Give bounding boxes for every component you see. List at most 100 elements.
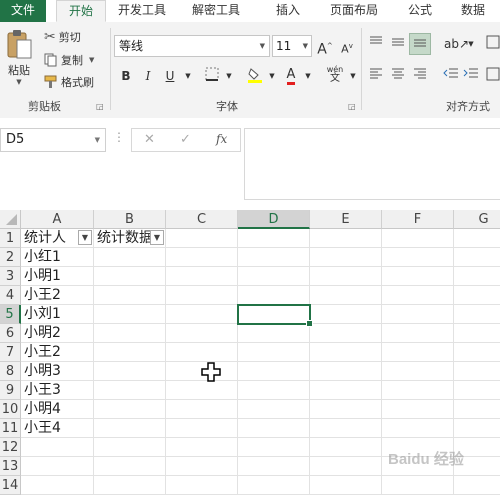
column-header-d[interactable]: D — [238, 210, 310, 229]
cell-a4[interactable]: 小王2 — [21, 286, 94, 305]
cell-c6[interactable] — [166, 324, 238, 343]
cell-c14[interactable] — [166, 476, 238, 495]
phonetic-button[interactable]: wén 文 — [324, 65, 346, 84]
cell-f6[interactable] — [382, 324, 454, 343]
cell-c5[interactable] — [166, 305, 238, 324]
cell-d13[interactable] — [238, 457, 310, 476]
cell-d9[interactable] — [238, 381, 310, 400]
orientation-dropdown-icon[interactable]: ▼ — [462, 35, 480, 53]
cell-c4[interactable] — [166, 286, 238, 305]
copy-dropdown-icon[interactable]: ▼ — [89, 56, 94, 64]
row-header-5[interactable]: 5 — [0, 305, 21, 324]
row-header-2[interactable]: 2 — [0, 248, 21, 267]
cell-f14[interactable] — [382, 476, 454, 495]
cell-a10[interactable]: 小明4 — [21, 400, 94, 419]
cell-d3[interactable] — [238, 267, 310, 286]
name-box[interactable]: D5 ▼ — [0, 128, 106, 152]
fill-handle[interactable] — [306, 320, 313, 327]
borders-dropdown-icon[interactable]: ▼ — [220, 67, 238, 85]
cell-d11[interactable] — [238, 419, 310, 438]
align-middle-button[interactable] — [389, 35, 407, 53]
cell-f7[interactable] — [382, 343, 454, 362]
cell-c3[interactable] — [166, 267, 238, 286]
increase-font-size-button[interactable]: A^ — [316, 37, 334, 58]
cell-g14[interactable] — [454, 476, 500, 495]
cell-d4[interactable] — [238, 286, 310, 305]
cell-a11[interactable]: 小王4 — [21, 419, 94, 438]
cancel-icon[interactable]: ✕ — [144, 132, 155, 147]
clipboard-launcher-icon[interactable]: ◲ — [96, 102, 104, 111]
tab-developer[interactable]: 开发工具 — [110, 0, 174, 22]
cell-e14[interactable] — [310, 476, 382, 495]
cell-b9[interactable] — [94, 381, 166, 400]
fill-color-dropdown-icon[interactable]: ▼ — [263, 67, 281, 85]
cell-e4[interactable] — [310, 286, 382, 305]
phonetic-dropdown-icon[interactable]: ▼ — [344, 67, 362, 85]
cell-b7[interactable] — [94, 343, 166, 362]
cell-b11[interactable] — [94, 419, 166, 438]
tab-formulas[interactable]: 公式 — [396, 0, 444, 22]
cell-g6[interactable] — [454, 324, 500, 343]
decrease-font-size-button[interactable]: Av — [338, 37, 356, 56]
row-header-3[interactable]: 3 — [0, 267, 21, 286]
cell-e9[interactable] — [310, 381, 382, 400]
cell-c13[interactable] — [166, 457, 238, 476]
row-header-14[interactable]: 14 — [0, 476, 21, 495]
cell-d14[interactable] — [238, 476, 310, 495]
font-color-button[interactable]: A — [282, 66, 300, 85]
more-options-icon[interactable]: ⋮ — [113, 130, 125, 144]
cell-g4[interactable] — [454, 286, 500, 305]
cell-a2[interactable]: 小红1 — [21, 248, 94, 267]
cell-e3[interactable] — [310, 267, 382, 286]
font-launcher-icon[interactable]: ◲ — [348, 102, 356, 111]
format-painter-button[interactable]: 格式刷 — [44, 74, 94, 90]
tab-decrypt-tools[interactable]: 解密工具 — [184, 0, 248, 22]
tab-home[interactable]: 开始 — [56, 0, 106, 22]
column-header-c[interactable]: C — [166, 210, 238, 229]
row-header-10[interactable]: 10 — [0, 400, 21, 419]
cell-g2[interactable] — [454, 248, 500, 267]
active-cell-selection[interactable] — [237, 304, 313, 327]
cell-e13[interactable] — [310, 457, 382, 476]
cell-g8[interactable] — [454, 362, 500, 381]
formula-input[interactable] — [244, 128, 500, 200]
cell-d7[interactable] — [238, 343, 310, 362]
align-bottom-button[interactable] — [409, 33, 431, 55]
underline-button[interactable]: U — [161, 67, 179, 85]
cell-f5[interactable] — [382, 305, 454, 324]
row-header-11[interactable]: 11 — [0, 419, 21, 438]
column-header-g[interactable]: G — [454, 210, 500, 229]
enter-icon[interactable]: ✓ — [180, 132, 191, 147]
cell-e7[interactable] — [310, 343, 382, 362]
cell-d8[interactable] — [238, 362, 310, 381]
cell-b5[interactable] — [94, 305, 166, 324]
row-header-12[interactable]: 12 — [0, 438, 21, 457]
column-header-e[interactable]: E — [310, 210, 382, 229]
tab-data[interactable]: 数据 — [450, 0, 496, 22]
cell-f8[interactable] — [382, 362, 454, 381]
cell-b10[interactable] — [94, 400, 166, 419]
tab-file[interactable]: 文件 — [0, 0, 46, 22]
cell-g3[interactable] — [454, 267, 500, 286]
cell-a12[interactable] — [21, 438, 94, 457]
paste-dropdown-icon[interactable]: ▼ — [16, 78, 21, 86]
font-size-select[interactable]: 11 ▼ — [272, 35, 312, 57]
font-name-select[interactable]: 等线 ▼ — [114, 35, 270, 57]
wrap-text-button[interactable] — [484, 35, 500, 53]
cell-e8[interactable] — [310, 362, 382, 381]
cell-d6[interactable] — [238, 324, 310, 343]
cell-g7[interactable] — [454, 343, 500, 362]
align-top-button[interactable] — [367, 35, 385, 53]
cell-e10[interactable] — [310, 400, 382, 419]
bold-button[interactable]: B — [117, 67, 135, 85]
increase-indent-button[interactable] — [462, 67, 480, 85]
align-center-button[interactable] — [389, 67, 407, 85]
cell-e12[interactable] — [310, 438, 382, 457]
cell-a5[interactable]: 小刘1 — [21, 305, 94, 324]
cell-g9[interactable] — [454, 381, 500, 400]
cell-e5[interactable] — [310, 305, 382, 324]
column-header-b[interactable]: B — [94, 210, 166, 229]
cell-c10[interactable] — [166, 400, 238, 419]
borders-button[interactable] — [203, 67, 221, 85]
fill-color-button[interactable] — [246, 67, 264, 85]
